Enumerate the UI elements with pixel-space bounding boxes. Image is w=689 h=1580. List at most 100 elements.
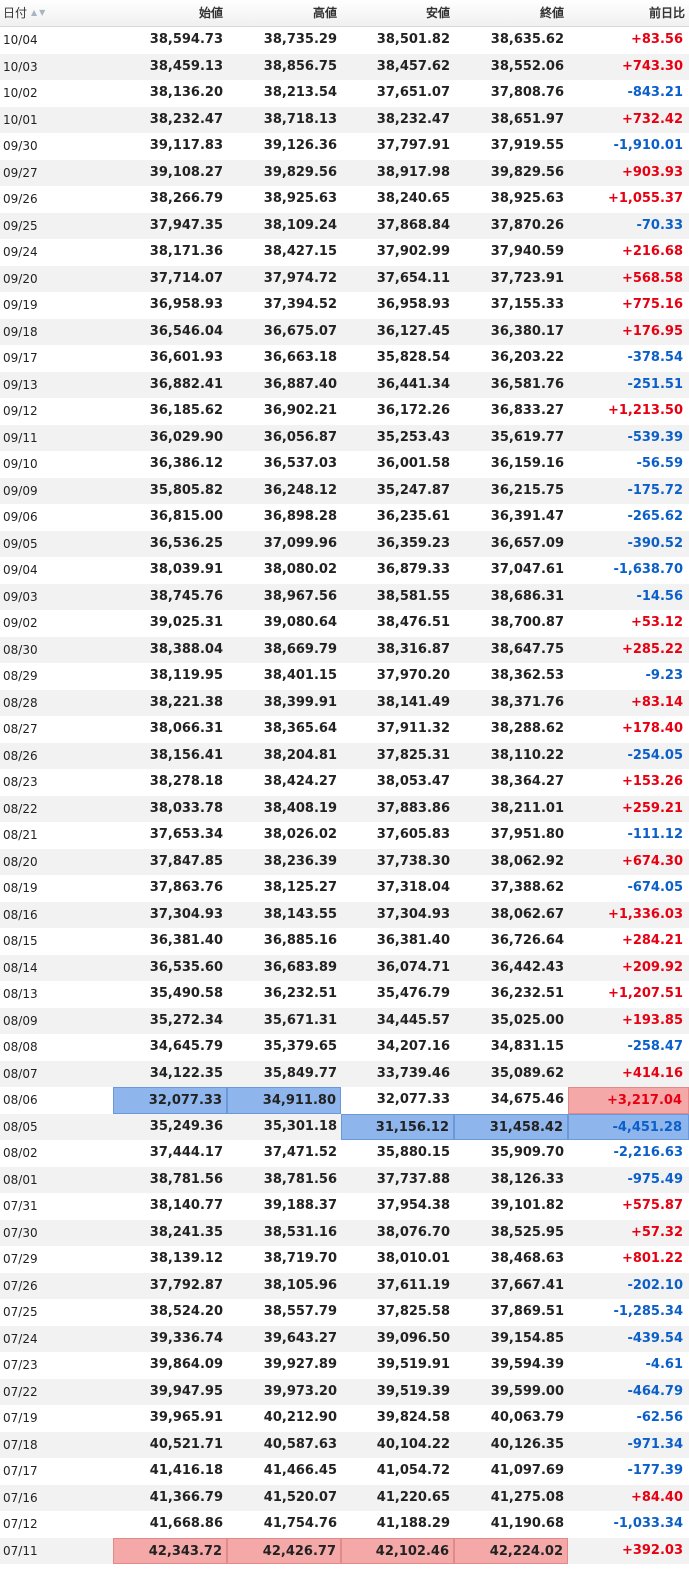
table-header: 日付 ▲ ▼ 始値 高値 安値 終値 前日比: [0, 0, 689, 27]
low-cell: 36,359.23: [376, 535, 450, 551]
high-cell: 36,902.21: [263, 403, 337, 418]
date-cell: 09/10: [3, 457, 38, 471]
open-cell: 35,249.36: [149, 1118, 223, 1134]
close-cell: 37,870.26: [490, 217, 564, 233]
sort-desc-icon[interactable]: ▼: [39, 8, 45, 18]
table-row: 08/09 35,272.34 35,671.31 34,445.57 35,025.0…: [0, 1007, 689, 1034]
close-cell: 35,025.00: [490, 1012, 564, 1028]
change-cell: -1,285.34: [613, 1304, 683, 1319]
open-cell: 37,304.93: [149, 906, 223, 922]
low-cell: 37,797.91: [376, 138, 450, 153]
high-cell: 38,408.19: [263, 800, 337, 816]
table-row: 09/17 36,601.93 36,663.18 35,828.54 36,203.2…: [0, 345, 689, 372]
date-cell: 09/06: [3, 510, 38, 524]
change-cell: +83.56: [630, 32, 683, 47]
date-cell: 10/02: [3, 86, 38, 100]
table-row: 08/30 38,388.04 38,669.79 38,316.87 38,647.7…: [0, 636, 689, 663]
date-cell: 07/18: [3, 1437, 38, 1452]
header-low[interactable]: 安値: [341, 0, 454, 26]
low-cell: 36,235.61: [376, 509, 450, 524]
date-cell: 09/11: [3, 430, 38, 445]
high-cell: 38,967.56: [263, 588, 337, 604]
table-row: 08/21 37,653.34 38,026.02 37,605.83 37,951.8…: [0, 822, 689, 849]
close-cell: 39,829.56: [490, 164, 564, 180]
high-cell: 36,885.16: [263, 933, 337, 948]
header-close[interactable]: 終値: [454, 0, 568, 26]
sort-asc-icon[interactable]: ▲: [31, 8, 37, 18]
date-cell: 09/30: [3, 139, 38, 153]
close-cell: 38,468.63: [490, 1251, 564, 1266]
table-row: 08/14 36,535.60 36,683.89 36,074.71 36,442.4…: [0, 954, 689, 981]
change-cell: -674.05: [627, 880, 683, 895]
low-cell: 38,501.82: [376, 32, 450, 47]
low-cell: 37,611.19: [376, 1277, 450, 1293]
close-cell: 39,101.82: [490, 1198, 564, 1213]
low-cell: 37,318.04: [376, 880, 450, 895]
high-cell: 38,109.24: [263, 217, 337, 233]
date-cell: 09/24: [3, 245, 38, 259]
date-cell: 08/30: [3, 642, 38, 657]
high-cell: 38,427.15: [263, 244, 337, 259]
high-cell: 36,537.03: [263, 456, 337, 471]
open-cell: 41,366.79: [149, 1489, 223, 1505]
table-row: 09/09 35,805.82 36,248.12 35,247.87 36,215.7…: [0, 477, 689, 504]
date-cell: 08/16: [3, 907, 38, 922]
open-cell: 38,266.79: [149, 191, 223, 206]
date-cell: 09/02: [3, 616, 38, 630]
header-date[interactable]: 日付 ▲ ▼: [0, 0, 113, 26]
table-row: 07/11 42,343.72 42,426.77 42,102.46 42,224.0…: [0, 1537, 689, 1564]
header-open[interactable]: 始値: [113, 0, 227, 26]
low-cell: 35,828.54: [376, 350, 450, 365]
change-cell: -390.52: [627, 535, 683, 551]
table-row: 09/06 36,815.00 36,898.28 36,235.61 36,391.4…: [0, 504, 689, 531]
table-row: 10/02 38,136.20 38,213.54 37,651.07 37,808.7…: [0, 80, 689, 107]
table-row: 10/01 38,232.47 38,718.13 38,232.47 38,651.9…: [0, 106, 689, 133]
date-cell: 08/13: [3, 987, 38, 1001]
open-cell: 36,386.12: [149, 456, 223, 471]
high-cell: 34,911.80: [227, 1087, 341, 1114]
open-cell: 41,668.86: [149, 1516, 223, 1531]
change-cell: -251.51: [627, 376, 683, 392]
date-cell: 08/26: [3, 748, 38, 763]
open-cell: 37,947.35: [149, 217, 223, 233]
high-cell: 37,471.52: [263, 1145, 337, 1160]
date-cell: 08/21: [3, 828, 38, 842]
high-cell: 36,663.18: [263, 350, 337, 365]
open-cell: 38,745.76: [149, 588, 223, 604]
close-cell: 38,364.27: [490, 774, 564, 789]
table-row: 08/05 35,249.36 35,301.18 31,156.12 31,458.4…: [0, 1113, 689, 1140]
open-cell: 36,029.90: [149, 429, 223, 445]
table-row: 07/19 39,965.91 40,212.90 39,824.58 40,063.7…: [0, 1405, 689, 1432]
date-cell: 08/02: [3, 1146, 38, 1160]
close-cell: 36,159.16: [490, 456, 564, 471]
change-cell: +674.30: [621, 853, 683, 869]
change-cell: -539.39: [627, 429, 683, 445]
table-row: 08/20 37,847.85 38,236.39 37,738.30 38,062.9…: [0, 848, 689, 875]
change-cell: -843.21: [627, 85, 683, 100]
table-row: 07/25 38,524.20 38,557.79 37,825.58 37,869.5…: [0, 1299, 689, 1326]
open-cell: 37,714.07: [149, 270, 223, 286]
date-cell: 08/09: [3, 1013, 38, 1028]
table-row: 07/26 37,792.87 38,105.96 37,611.19 37,667.4…: [0, 1272, 689, 1299]
date-cell: 09/05: [3, 536, 38, 551]
close-cell: 40,063.79: [490, 1410, 564, 1425]
high-cell: 38,213.54: [263, 85, 337, 100]
low-cell: 31,156.12: [341, 1113, 454, 1140]
low-cell: 41,188.29: [376, 1516, 450, 1531]
header-high[interactable]: 高値: [227, 0, 341, 26]
high-cell: 37,974.72: [263, 270, 337, 286]
high-cell: 36,675.07: [263, 323, 337, 339]
low-cell: 36,879.33: [376, 562, 450, 577]
close-cell: 38,126.33: [490, 1171, 564, 1187]
date-cell: 10/04: [3, 33, 38, 47]
high-cell: 39,829.56: [263, 164, 337, 180]
low-cell: 38,581.55: [376, 588, 450, 604]
close-cell: 37,388.62: [490, 880, 564, 895]
open-cell: 38,524.20: [149, 1304, 223, 1319]
header-change[interactable]: 前日比: [568, 0, 689, 26]
low-cell: 36,381.40: [376, 933, 450, 948]
open-cell: 38,119.95: [149, 668, 223, 683]
close-cell: 39,154.85: [490, 1330, 564, 1346]
open-cell: 36,546.04: [149, 323, 223, 339]
sort-icons[interactable]: ▲ ▼: [31, 8, 45, 18]
